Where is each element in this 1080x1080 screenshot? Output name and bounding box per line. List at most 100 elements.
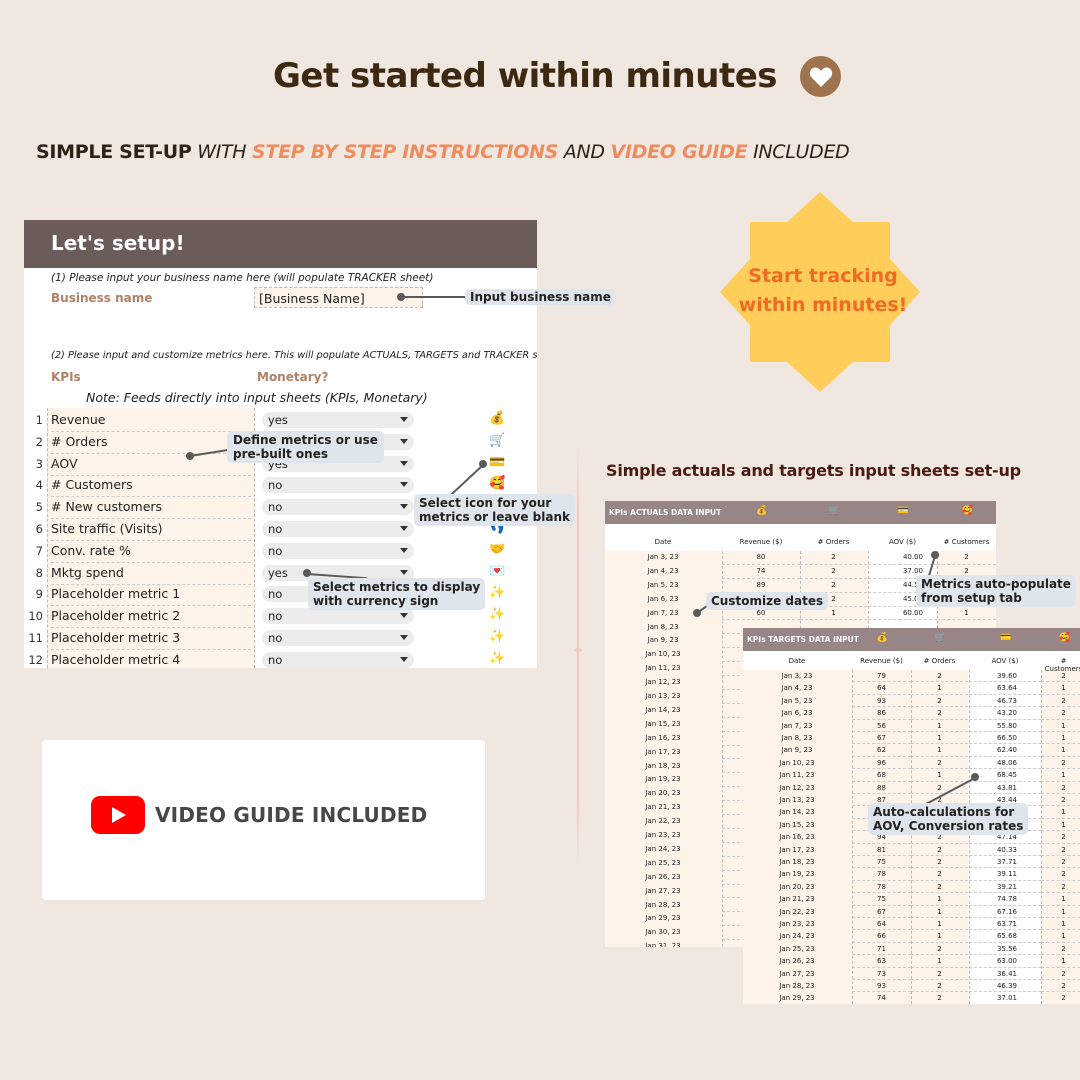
table-cell[interactable]: 96 [852, 757, 911, 770]
smiling-face-hearts-icon[interactable]: 🥰 [489, 476, 505, 491]
monetary-dropdown[interactable]: no [262, 608, 414, 625]
table-cell[interactable]: 56 [852, 720, 911, 732]
date-cell[interactable]: Jan 26, 23 [605, 871, 721, 885]
table-cell[interactable]: 1 [1041, 806, 1080, 819]
sparkles-icon[interactable]: ✨ [489, 629, 505, 644]
date-cell[interactable]: Jan 30, 23 [605, 926, 721, 940]
table-cell[interactable]: 74 [722, 565, 800, 579]
table-cell[interactable]: 2 [800, 565, 867, 579]
table-cell[interactable]: 2 [937, 551, 996, 565]
table-cell[interactable]: 1 [911, 720, 968, 732]
table-cell[interactable]: 2 [1041, 992, 1080, 1004]
monetary-dropdown[interactable]: no [262, 499, 414, 516]
table-cell[interactable]: 1 [911, 918, 968, 931]
date-cell[interactable]: Jan 9, 23 [743, 744, 851, 756]
money-bag-icon[interactable]: 💰 [489, 411, 505, 426]
table-cell[interactable]: 2 [1041, 980, 1080, 993]
date-cell[interactable]: Jan 11, 23 [605, 662, 721, 676]
date-cell[interactable]: Jan 15, 23 [605, 718, 721, 732]
table-cell[interactable]: 1 [911, 682, 968, 695]
table-cell[interactable]: 2 [911, 707, 968, 720]
table-cell[interactable]: 2 [1041, 943, 1080, 956]
sparkles-icon[interactable]: ✨ [489, 607, 505, 622]
monetary-dropdown[interactable]: no [262, 630, 414, 646]
date-cell[interactable]: Jan 9, 23 [605, 634, 721, 648]
monetary-dropdown[interactable]: no [262, 521, 414, 537]
table-cell[interactable]: 2 [911, 943, 968, 956]
table-cell[interactable]: 2 [1041, 794, 1080, 807]
date-cell[interactable]: Jan 19, 23 [605, 773, 721, 787]
date-cell[interactable]: Jan 17, 23 [605, 746, 721, 760]
table-cell[interactable]: 71 [852, 943, 911, 956]
table-cell[interactable]: 2 [1041, 782, 1080, 794]
date-cell[interactable]: Jan 5, 23 [605, 579, 721, 593]
monetary-dropdown[interactable]: yes [262, 412, 414, 428]
date-cell[interactable]: Jan 25, 23 [743, 943, 851, 955]
table-cell[interactable]: 1 [1041, 955, 1080, 968]
date-cell[interactable]: Jan 12, 23 [743, 782, 851, 794]
monetary-dropdown[interactable]: no [262, 542, 414, 559]
date-cell[interactable]: Jan 15, 23 [743, 819, 851, 831]
table-cell[interactable]: 1 [911, 732, 968, 745]
date-cell[interactable]: Jan 16, 23 [743, 831, 851, 843]
table-cell[interactable]: 1 [911, 769, 968, 782]
date-cell[interactable]: Jan 20, 23 [743, 881, 851, 893]
love-letter-icon[interactable]: 💌 [489, 564, 505, 579]
date-cell[interactable]: Jan 24, 23 [605, 843, 721, 857]
date-cell[interactable]: Jan 4, 23 [605, 565, 721, 579]
table-cell[interactable]: 79 [852, 670, 911, 683]
kpi-name-input[interactable]: AOV [51, 456, 251, 476]
table-cell[interactable]: 2 [1041, 856, 1080, 869]
kpi-name-input[interactable]: Revenue [51, 412, 251, 432]
table-cell[interactable]: 1 [911, 930, 968, 943]
table-cell[interactable]: 78 [852, 881, 911, 894]
table-cell[interactable]: 62 [852, 744, 911, 757]
date-cell[interactable]: Jan 18, 23 [743, 856, 851, 868]
table-cell[interactable]: 1 [1041, 732, 1080, 745]
date-cell[interactable]: Jan 25, 23 [605, 857, 721, 871]
date-cell[interactable]: Jan 14, 23 [743, 806, 851, 818]
date-cell[interactable]: Jan 24, 23 [743, 930, 851, 942]
table-cell[interactable]: 2 [1041, 707, 1080, 720]
table-cell[interactable]: 74 [852, 992, 911, 1004]
table-cell[interactable]: 75 [852, 893, 911, 906]
table-cell[interactable]: 2 [1041, 757, 1080, 770]
date-cell[interactable]: Jan 19, 23 [743, 868, 851, 880]
date-cell[interactable]: Jan 23, 23 [743, 918, 851, 930]
table-cell[interactable]: 1 [1041, 769, 1080, 782]
table-cell[interactable]: 64 [852, 918, 911, 931]
date-cell[interactable]: Jan 13, 23 [605, 690, 721, 704]
date-cell[interactable]: Jan 21, 23 [605, 801, 721, 815]
table-cell[interactable]: 1 [911, 955, 968, 968]
sparkles-icon[interactable]: ✨ [489, 585, 505, 600]
table-cell[interactable]: 1 [1041, 819, 1080, 832]
kpi-name-input[interactable]: Placeholder metric 1 [51, 586, 251, 607]
table-cell[interactable]: 80 [722, 551, 800, 565]
monetary-dropdown[interactable]: no [262, 477, 414, 494]
date-cell[interactable]: Jan 3, 23 [743, 670, 851, 682]
table-cell[interactable]: 2 [1041, 968, 1080, 980]
table-cell[interactable]: 1 [937, 607, 996, 621]
date-cell[interactable]: Jan 27, 23 [743, 968, 851, 980]
date-cell[interactable]: Jan 29, 23 [605, 912, 721, 926]
table-cell[interactable]: 68 [852, 769, 911, 782]
table-cell[interactable]: 67 [852, 732, 911, 745]
date-cell[interactable]: Jan 6, 23 [605, 593, 721, 607]
date-cell[interactable]: Jan 22, 23 [605, 815, 721, 829]
table-cell[interactable]: 1 [911, 906, 968, 918]
table-cell[interactable]: 2 [1041, 881, 1080, 894]
table-cell[interactable]: 2 [911, 844, 968, 856]
table-cell[interactable]: 1 [911, 744, 968, 757]
date-cell[interactable]: Jan 17, 23 [743, 844, 851, 856]
date-cell[interactable]: Jan 16, 23 [605, 732, 721, 746]
table-cell[interactable]: 67 [852, 906, 911, 918]
table-cell[interactable]: 1 [911, 893, 968, 906]
table-cell[interactable]: 86 [852, 707, 911, 720]
table-cell[interactable]: 2 [800, 579, 867, 593]
kpi-name-input[interactable]: Conv. rate % [51, 543, 251, 563]
kpi-name-input[interactable]: Placeholder metric 3 [51, 630, 251, 650]
date-cell[interactable]: Jan 20, 23 [605, 787, 721, 801]
kpi-name-input[interactable]: Mktg spend [51, 565, 251, 585]
video-guide-card[interactable]: VIDEO GUIDE INCLUDED [42, 740, 485, 900]
date-cell[interactable]: Jan 22, 23 [743, 906, 851, 918]
